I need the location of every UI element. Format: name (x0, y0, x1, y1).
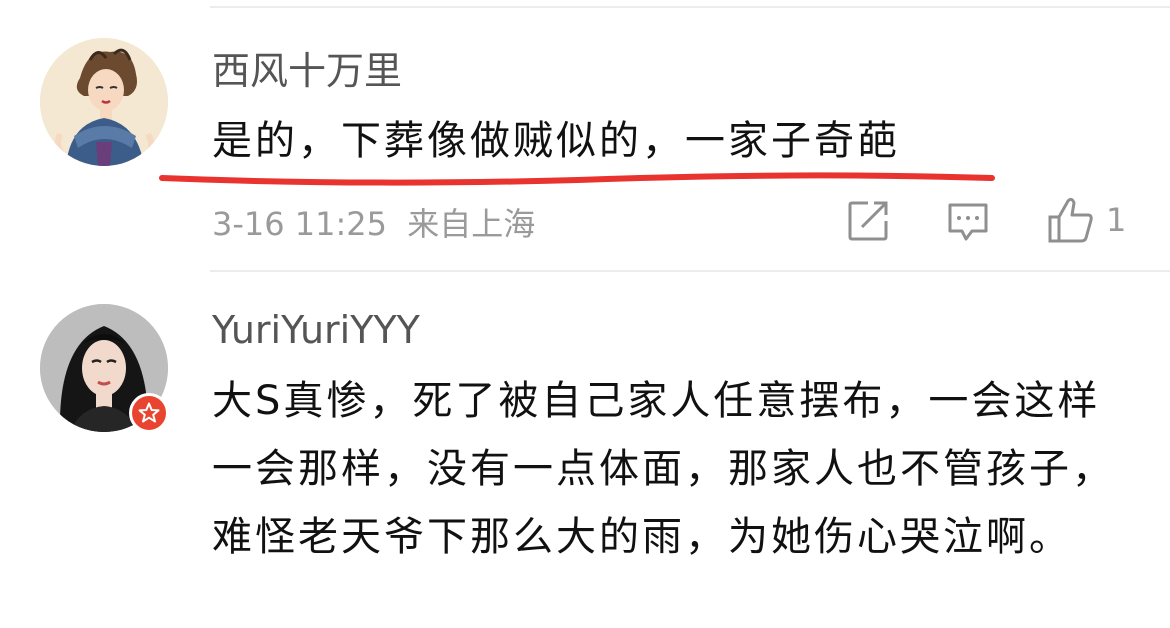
verified-star-icon (138, 402, 160, 423)
location: 来自上海 (407, 205, 536, 243)
like-count: 1 (1106, 201, 1127, 239)
comment-item: 西风十万里 是的，下葬像做贼似的，一家子奇葩 3-16 11:25 来自上海 1 (0, 0, 1170, 270)
username[interactable]: YuriYuriYYY (212, 308, 420, 352)
comment-text: 是的，下葬像做贼似的，一家子奇葩 (212, 118, 900, 164)
thumbs-up-icon (1048, 197, 1093, 243)
reply-button[interactable] (946, 199, 990, 243)
timestamp: 3-16 11:25 (212, 205, 388, 243)
comment-icon (948, 203, 988, 241)
like-button[interactable]: 1 (1046, 194, 1126, 246)
comment-meta: 3-16 11:25 来自上海 (212, 199, 535, 245)
username[interactable]: 西风十万里 (212, 40, 402, 95)
avatar[interactable] (40, 38, 168, 166)
red-underline-annotation (159, 172, 995, 186)
share-button[interactable] (846, 199, 890, 243)
cartoon-woman-avatar-image (40, 38, 168, 166)
comment-text: 大S真惨，死了被自己家人任意摆布，一会这样一会那样，没有一点体面，那家人也不管孩… (212, 378, 1115, 560)
verified-badge (129, 393, 169, 433)
share-icon (848, 201, 888, 241)
comment-item: YuriYuriYYY 大S真惨，死了被自己家人任意摆布，一会这样一会那样，没有… (0, 272, 1170, 628)
